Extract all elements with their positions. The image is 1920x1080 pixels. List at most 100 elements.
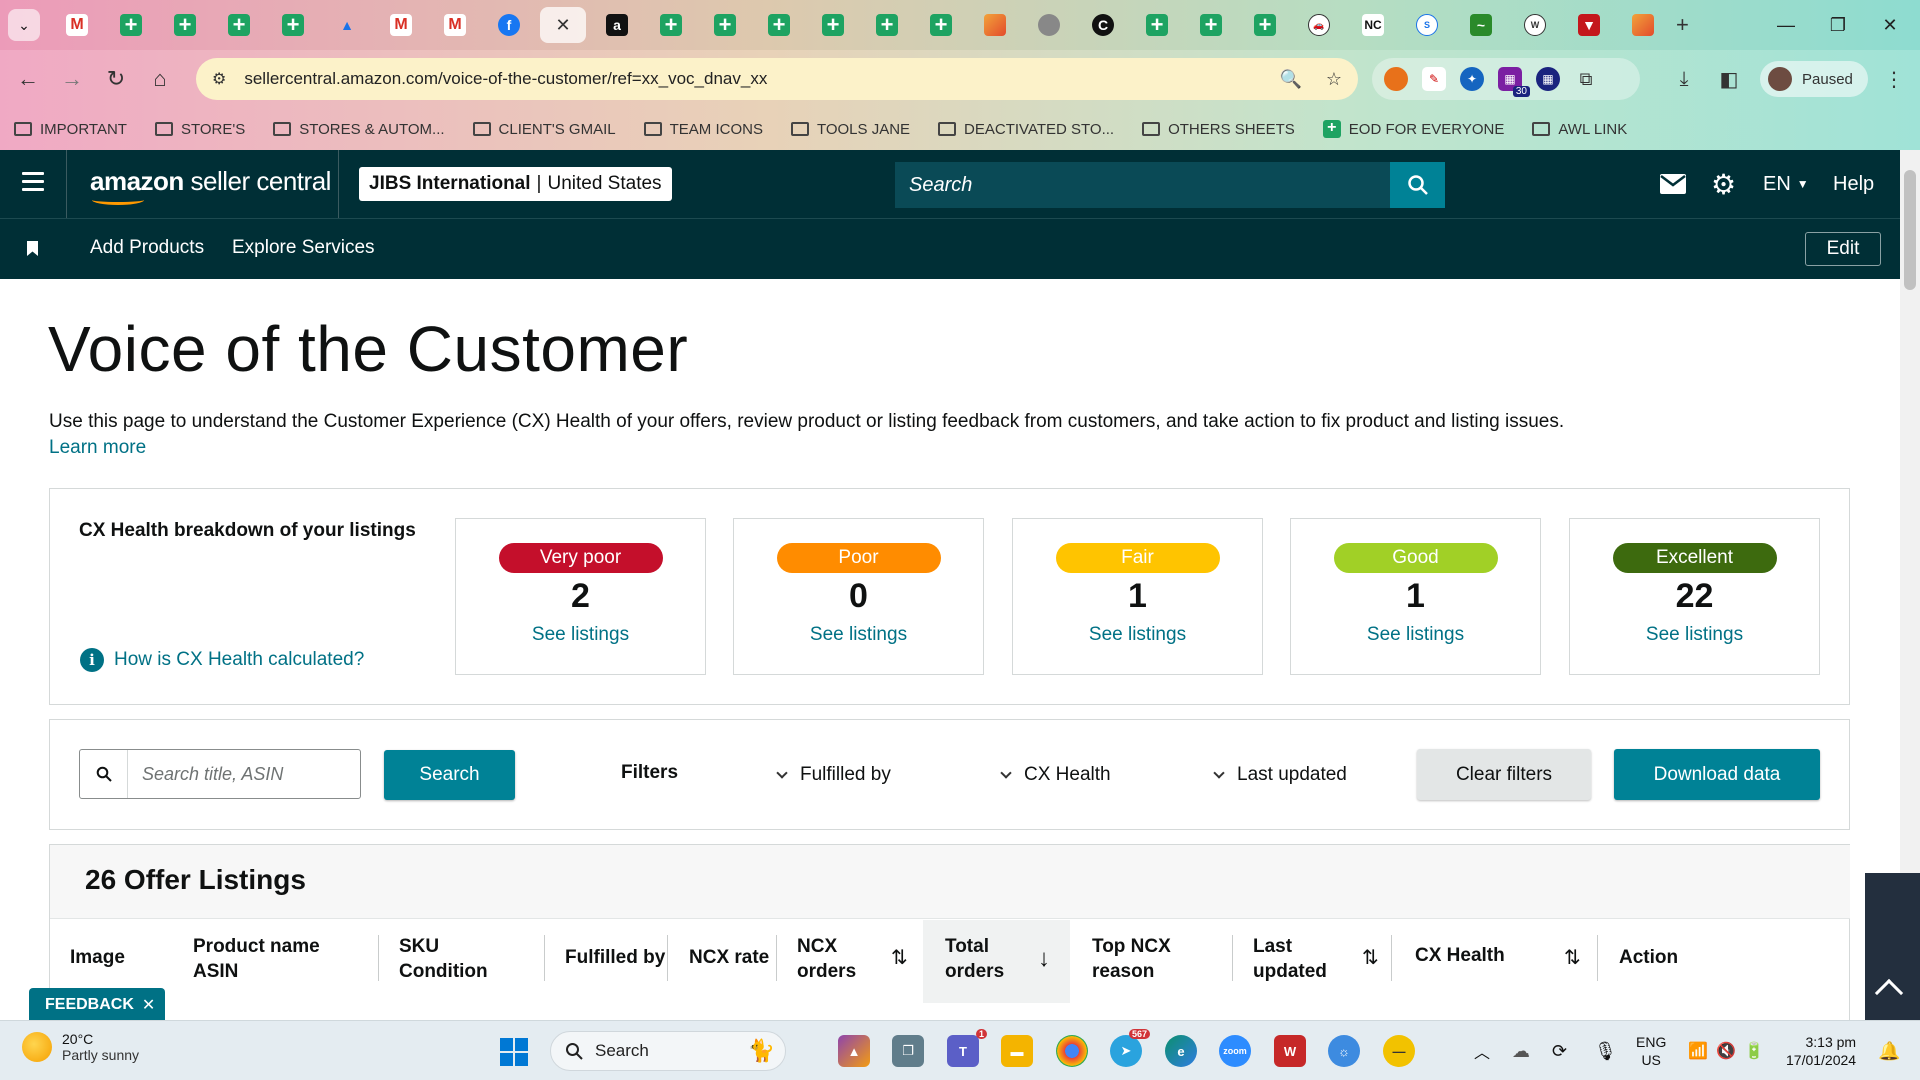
microphone-icon[interactable]: 🎙: [1594, 1021, 1617, 1080]
side-panel-icon[interactable]: ◧: [1711, 58, 1747, 100]
keyboard-language[interactable]: ENG US: [1636, 1021, 1666, 1080]
teams-icon[interactable]: T1: [947, 1029, 987, 1067]
sort-icon[interactable]: ⇅: [1362, 945, 1379, 970]
tab-gmail[interactable]: M: [54, 7, 100, 43]
sync-icon[interactable]: ⟳: [1552, 1021, 1567, 1080]
volume-muted-icon[interactable]: 🔇: [1716, 1021, 1736, 1080]
window-close-icon[interactable]: ✕: [1860, 0, 1920, 50]
listing-search-button[interactable]: Search: [384, 750, 515, 800]
task-view-icon[interactable]: ❐: [892, 1035, 924, 1067]
explore-services-link[interactable]: Explore Services: [232, 237, 375, 259]
good-see-listings[interactable]: See listings: [1291, 624, 1540, 646]
col-last-updated[interactable]: Last updated: [1253, 934, 1327, 984]
tab-sheets[interactable]: [216, 7, 262, 43]
sort-descending-icon[interactable]: ↓: [1038, 945, 1050, 973]
windows-start-icon[interactable]: [500, 1038, 528, 1066]
site-info-icon[interactable]: ⚙: [212, 69, 226, 89]
bookmark-clients-gmail[interactable]: CLIENT'S GMAIL: [472, 121, 616, 138]
bookmark-deactivated-stores[interactable]: DEACTIVATED STO...: [938, 121, 1114, 138]
tab-green[interactable]: ~: [1458, 7, 1504, 43]
col-sku[interactable]: SKU Condition: [399, 934, 488, 984]
chrome-icon[interactable]: [1056, 1035, 1088, 1067]
feedback-button[interactable]: FEEDBACK ✕: [29, 988, 165, 1021]
reload-icon[interactable]: ↻: [94, 57, 138, 101]
tab-sheets[interactable]: [648, 7, 694, 43]
zoom-icon[interactable]: 🔍: [1279, 69, 1301, 90]
tab-car[interactable]: 🚗: [1296, 7, 1342, 43]
col-ncx-orders[interactable]: NCX orders: [797, 934, 856, 984]
tab-search-button[interactable]: ⌄: [8, 9, 40, 41]
browser-menu-icon[interactable]: ⋮: [1876, 58, 1912, 100]
tab-sheets[interactable]: [864, 7, 910, 43]
extension-blue-icon[interactable]: ✦: [1460, 67, 1484, 91]
tab-circle[interactable]: W: [1512, 7, 1558, 43]
col-product-name[interactable]: Product name ASIN: [193, 934, 320, 984]
bookmark-important[interactable]: IMPORTANT: [14, 121, 127, 138]
tab-sheets[interactable]: [702, 7, 748, 43]
taskbar-clock[interactable]: 3:13 pm 17/01/2024: [1786, 1033, 1856, 1069]
wifi-icon[interactable]: 📶: [1688, 1021, 1708, 1080]
telegram-icon[interactable]: ➤ 567: [1110, 1029, 1150, 1067]
col-total-orders[interactable]: Total orders: [945, 934, 1004, 984]
new-tab-button[interactable]: +: [1676, 12, 1689, 38]
language-selector[interactable]: EN ▼: [1763, 150, 1809, 218]
browser-app-icon[interactable]: ☼: [1328, 1035, 1360, 1067]
seller-central-logo[interactable]: amazon seller central: [90, 166, 331, 197]
tab-sheets[interactable]: [810, 7, 856, 43]
clear-filters-button[interactable]: Clear filters: [1417, 749, 1591, 800]
notification-bell-icon[interactable]: 🔔: [1878, 1021, 1900, 1080]
bookmark-awl-link[interactable]: AWL LINK: [1532, 121, 1627, 138]
listing-search-field[interactable]: Search title, ASIN: [79, 749, 361, 799]
forward-icon[interactable]: →: [50, 57, 94, 101]
tab-facebook[interactable]: f: [486, 7, 532, 43]
scroll-to-top-panel[interactable]: [1865, 873, 1920, 1020]
sort-icon[interactable]: ⇅: [891, 945, 908, 970]
bookmark-eod-for-everyone[interactable]: + EOD FOR EVERYONE: [1322, 120, 1504, 138]
tab-gmail[interactable]: M: [432, 7, 478, 43]
download-icon[interactable]: ⤓: [1666, 58, 1702, 100]
tab-gmail[interactable]: M: [378, 7, 424, 43]
tab-sheets[interactable]: [756, 7, 802, 43]
profile-button[interactable]: Paused: [1760, 61, 1868, 97]
bookmark-tools-jane[interactable]: TOOLS JANE: [790, 121, 910, 138]
tab-nc[interactable]: NC: [1350, 7, 1396, 43]
tab-c[interactable]: C: [1080, 7, 1126, 43]
fulfilled-by-dropdown[interactable]: Fulfilled by: [776, 764, 891, 786]
tab-amazon[interactable]: a: [594, 7, 640, 43]
tab-sheets[interactable]: [1134, 7, 1180, 43]
add-products-link[interactable]: Add Products: [90, 237, 204, 259]
close-icon[interactable]: ✕: [142, 995, 155, 1015]
extensions-puzzle-icon[interactable]: ⧉: [1574, 67, 1598, 91]
extension-sale-icon[interactable]: ✎: [1422, 67, 1446, 91]
tab-app[interactable]: [972, 7, 1018, 43]
bookmark-others-sheets[interactable]: OTHERS SHEETS: [1142, 121, 1295, 138]
tab-sheets[interactable]: [1188, 7, 1234, 43]
sort-icon[interactable]: ⇅: [1564, 945, 1581, 970]
tab-drive[interactable]: ▲: [324, 7, 370, 43]
tab-sheets[interactable]: [918, 7, 964, 43]
bookmark-stores[interactable]: STORE'S: [154, 121, 245, 138]
bookmark-stores-automation[interactable]: STORES & AUTOM...: [273, 121, 445, 138]
learn-more-link[interactable]: Learn more: [49, 437, 146, 459]
poor-see-listings[interactable]: See listings: [734, 624, 983, 646]
bookmark-team-icons[interactable]: TEAM ICONS: [643, 121, 763, 138]
tab-sheets[interactable]: [270, 7, 316, 43]
settings-button[interactable]: ⚙: [1711, 150, 1736, 218]
tab-sheets[interactable]: [162, 7, 208, 43]
store-selector[interactable]: JIBS International | United States: [359, 167, 672, 201]
back-icon[interactable]: ←: [6, 57, 50, 101]
extension-calendar-icon[interactable]: ▦ 30: [1498, 67, 1530, 97]
battery-icon[interactable]: 🔋: [1744, 1021, 1764, 1080]
edit-nav-button[interactable]: Edit: [1805, 232, 1881, 266]
home-icon[interactable]: ⌂: [138, 57, 182, 101]
extension-firefox-icon[interactable]: [1384, 67, 1408, 91]
col-cx-health[interactable]: CX Health: [1415, 943, 1505, 968]
cx-health-dropdown[interactable]: CX Health: [1000, 764, 1111, 786]
help-link[interactable]: Help: [1833, 150, 1874, 218]
excellent-see-listings[interactable]: See listings: [1570, 624, 1819, 646]
taskbar-search[interactable]: Search 🐈: [550, 1031, 786, 1071]
download-data-button[interactable]: Download data: [1614, 749, 1820, 800]
weather-widget[interactable]: 20°C Partly sunny: [22, 1031, 139, 1063]
tab-sheets[interactable]: [1242, 7, 1288, 43]
tab-app[interactable]: [1620, 7, 1666, 43]
